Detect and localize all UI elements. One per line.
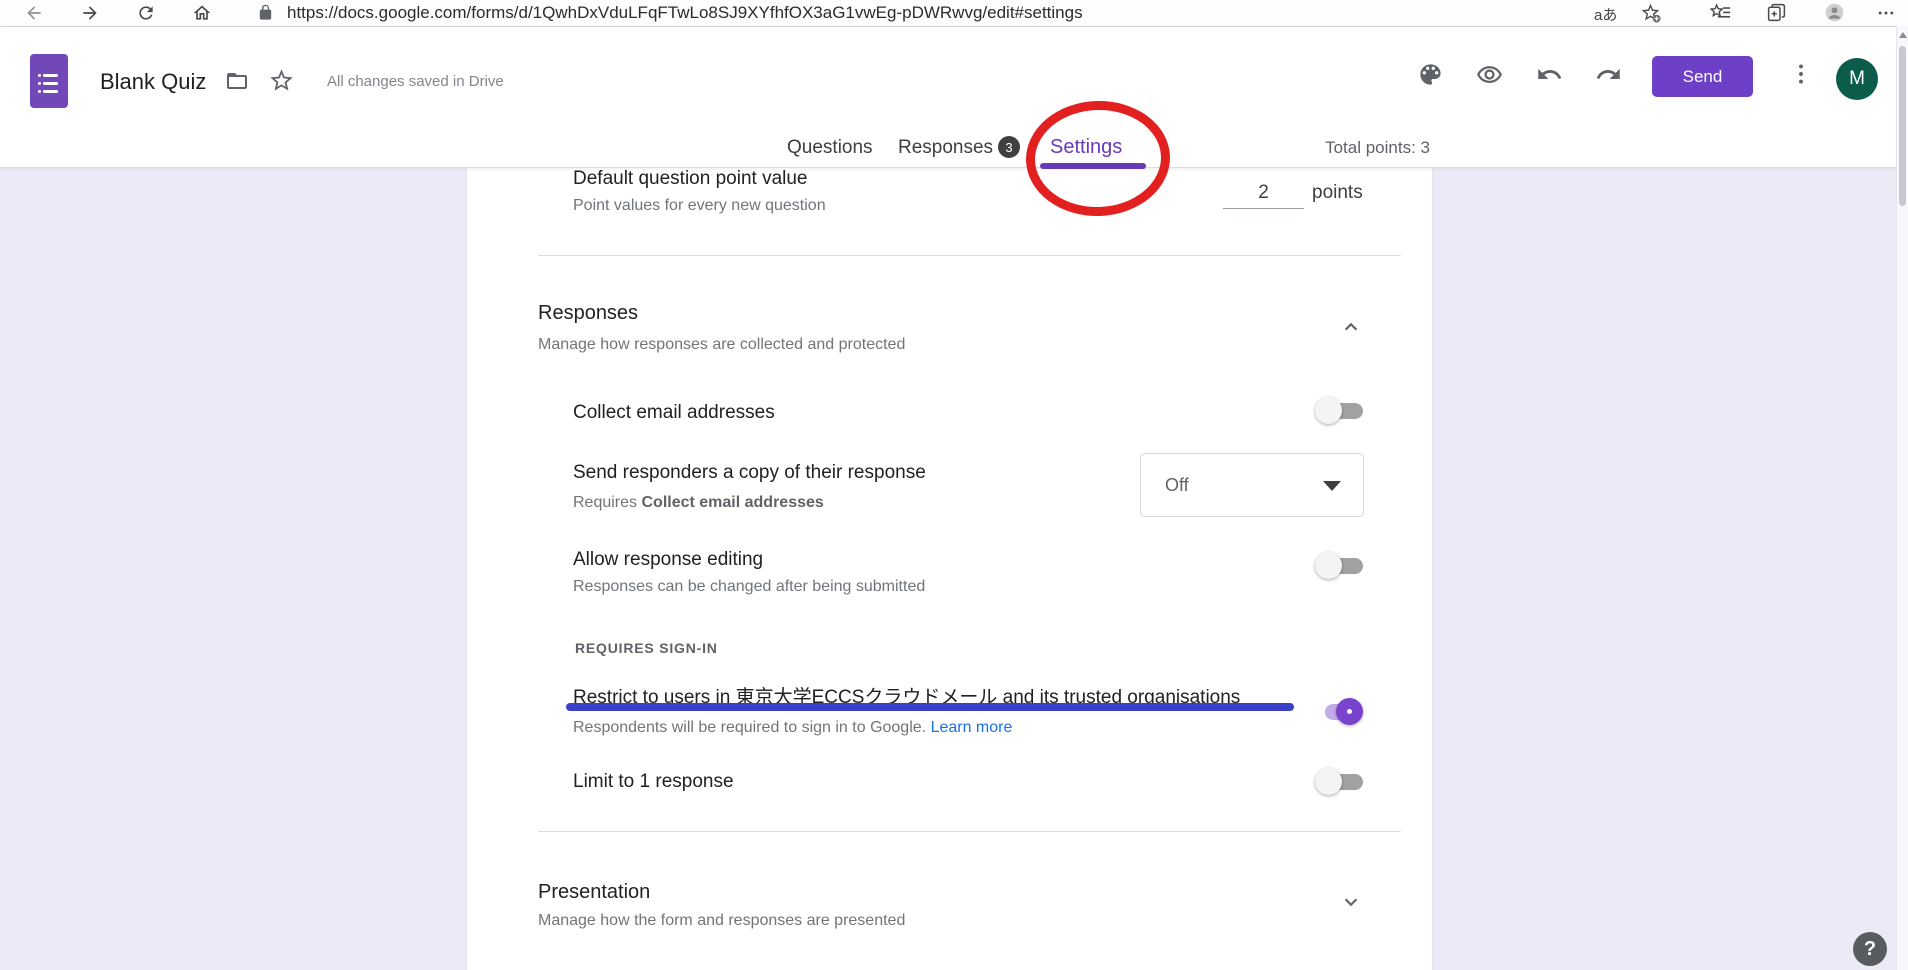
presentation-section-title: Presentation bbox=[538, 881, 650, 904]
dropdown-value: Off bbox=[1165, 475, 1189, 496]
browser-menu-icon[interactable] bbox=[1876, 3, 1896, 23]
settings-card: Default question point value Point value… bbox=[467, 167, 1432, 970]
annotation-underline-restrict bbox=[566, 703, 1294, 711]
forms-logo-icon[interactable] bbox=[30, 54, 68, 108]
allow-editing-subtitle: Responses can be changed after being sub… bbox=[573, 578, 925, 596]
presentation-section-subtitle: Manage how the form and responses are pr… bbox=[538, 912, 905, 930]
send-copy-subtitle-bold: Collect email addresses bbox=[641, 494, 823, 511]
forms-header: Blank Quiz All changes saved in Drive Se… bbox=[0, 27, 1908, 167]
default-points-input[interactable] bbox=[1223, 178, 1304, 209]
preview-eye-icon[interactable] bbox=[1476, 61, 1503, 88]
divider bbox=[538, 255, 1401, 256]
more-options-icon[interactable] bbox=[1788, 61, 1814, 87]
total-points-label: Total points: 3 bbox=[1230, 138, 1430, 158]
send-copy-title: Send responders a copy of their response bbox=[573, 462, 926, 484]
toggle-restrict-users[interactable] bbox=[1315, 698, 1363, 726]
move-to-folder-icon[interactable] bbox=[225, 69, 249, 93]
toggle-limit-one-response[interactable] bbox=[1315, 768, 1363, 796]
allow-editing-title: Allow response editing bbox=[573, 549, 763, 571]
tab-responses[interactable]: Responses bbox=[898, 137, 993, 159]
send-button[interactable]: Send bbox=[1652, 56, 1753, 97]
responses-section-title: Responses bbox=[538, 302, 638, 325]
account-avatar[interactable]: M bbox=[1836, 58, 1878, 100]
collect-email-title: Collect email addresses bbox=[573, 402, 775, 424]
form-title[interactable]: Blank Quiz bbox=[100, 69, 206, 95]
undo-icon[interactable] bbox=[1536, 61, 1563, 88]
save-status[interactable]: All changes saved in Drive bbox=[327, 73, 504, 90]
translate-icon[interactable]: aあ bbox=[1594, 4, 1617, 25]
points-unit-label: points bbox=[1312, 182, 1363, 204]
star-icon[interactable] bbox=[268, 67, 295, 94]
limit-one-response-title: Limit to 1 response bbox=[573, 771, 734, 793]
screen: https://docs.google.com/forms/d/1QwhDxVd… bbox=[0, 0, 1908, 970]
default-point-subtitle: Point values for every new question bbox=[573, 197, 826, 215]
profile-avatar-icon[interactable] bbox=[1824, 2, 1845, 23]
browser-toolbar: https://docs.google.com/forms/d/1QwhDxVd… bbox=[0, 0, 1908, 27]
home-icon[interactable] bbox=[192, 3, 212, 23]
toggle-collect-email[interactable] bbox=[1315, 397, 1363, 425]
add-favorite-icon[interactable] bbox=[1640, 2, 1661, 23]
learn-more-link[interactable]: Learn more bbox=[931, 719, 1013, 736]
chevron-up-icon[interactable] bbox=[1338, 314, 1364, 340]
refresh-icon[interactable] bbox=[136, 3, 156, 23]
toggle-allow-editing[interactable] bbox=[1315, 552, 1363, 580]
scrollbar-thumb[interactable] bbox=[1899, 46, 1906, 206]
redo-icon[interactable] bbox=[1595, 61, 1622, 88]
default-point-title: Default question point value bbox=[573, 168, 808, 190]
address-bar[interactable]: https://docs.google.com/forms/d/1QwhDxVd… bbox=[287, 3, 1083, 23]
tab-questions[interactable]: Questions bbox=[787, 137, 873, 159]
send-copy-dropdown[interactable]: Off bbox=[1140, 453, 1364, 517]
back-icon[interactable] bbox=[24, 3, 44, 23]
favorites-bar-icon[interactable] bbox=[1710, 2, 1731, 23]
vertical-scrollbar[interactable] bbox=[1896, 26, 1908, 970]
responses-section-subtitle: Manage how responses are collected and p… bbox=[538, 336, 905, 354]
chevron-down-icon[interactable] bbox=[1338, 889, 1364, 915]
divider bbox=[538, 831, 1401, 832]
help-button[interactable]: ? bbox=[1853, 932, 1887, 966]
collections-icon[interactable] bbox=[1766, 2, 1787, 23]
requires-signin-label: REQUIRES SIGN-IN bbox=[575, 640, 718, 656]
forward-icon[interactable] bbox=[80, 3, 100, 23]
lock-icon bbox=[257, 4, 274, 21]
dropdown-caret-icon bbox=[1323, 481, 1341, 491]
restrict-users-subtitle: Respondents will be required to sign in … bbox=[573, 719, 1012, 737]
theme-palette-icon[interactable] bbox=[1417, 61, 1444, 88]
scrollbar-up-arrow-icon[interactable] bbox=[1899, 32, 1907, 38]
send-copy-subtitle: Requires Collect email addresses bbox=[573, 494, 824, 512]
responses-count-badge: 3 bbox=[998, 136, 1020, 158]
